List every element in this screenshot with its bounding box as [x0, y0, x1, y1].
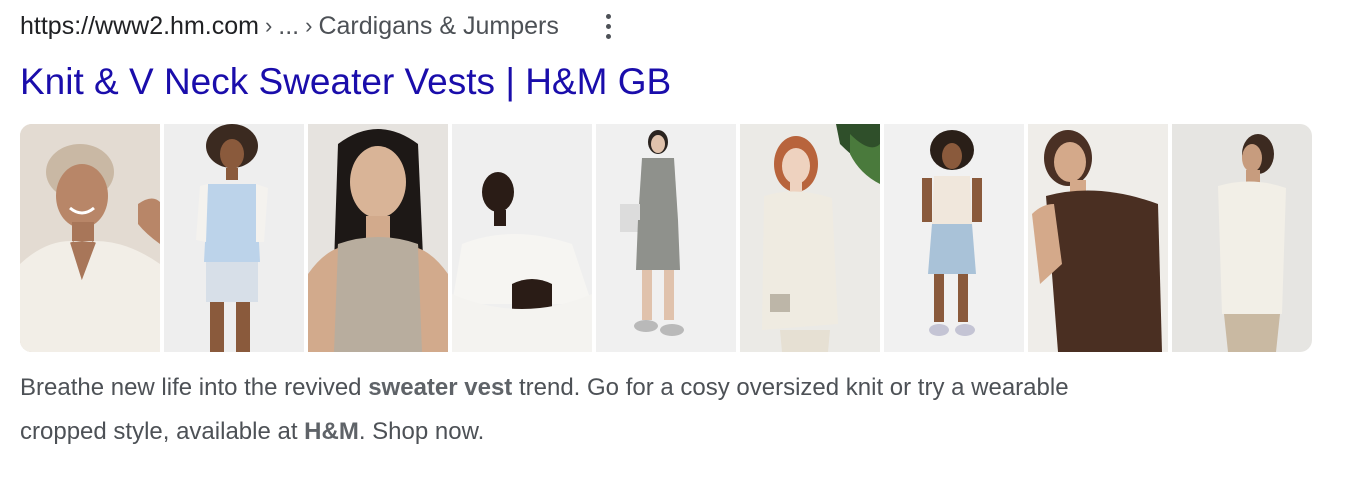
image-strip	[20, 124, 1312, 352]
snippet-highlight: H&M	[304, 418, 359, 445]
breadcrumb-separator: ›	[264, 13, 273, 38]
result-url-breadcrumb: https://www2.hm.com › ... › Cardigans & …	[20, 8, 621, 44]
product-thumbnail[interactable]	[20, 124, 160, 352]
dot	[606, 23, 612, 29]
product-thumbnail[interactable]	[596, 124, 736, 352]
product-thumbnail[interactable]	[884, 124, 1024, 352]
result-url-domain[interactable]: https://www2.hm.com	[20, 12, 259, 41]
product-thumbnail[interactable]	[308, 124, 448, 352]
result-snippet: Breathe new life into the revived sweate…	[20, 366, 1160, 454]
more-options-icon[interactable]	[597, 8, 621, 44]
product-thumbnail[interactable]	[452, 124, 592, 352]
snippet-text: Breathe new life into the revived	[20, 374, 369, 401]
product-thumbnail[interactable]	[1172, 124, 1312, 352]
dot	[606, 33, 612, 39]
breadcrumb-separator: ›	[305, 13, 313, 38]
product-thumbnail[interactable]	[1028, 124, 1168, 352]
dot	[606, 13, 612, 19]
product-thumbnail[interactable]	[740, 124, 880, 352]
breadcrumb-ellipsis: ...	[278, 11, 300, 40]
breadcrumb-category: Cardigans & Jumpers	[318, 11, 559, 40]
result-title-link[interactable]: Knit & V Neck Sweater Vests | H&M GB	[20, 58, 671, 106]
snippet-text: . Shop now.	[358, 418, 485, 445]
product-thumbnail[interactable]	[164, 124, 304, 352]
snippet-highlight: sweater vest	[368, 374, 513, 401]
